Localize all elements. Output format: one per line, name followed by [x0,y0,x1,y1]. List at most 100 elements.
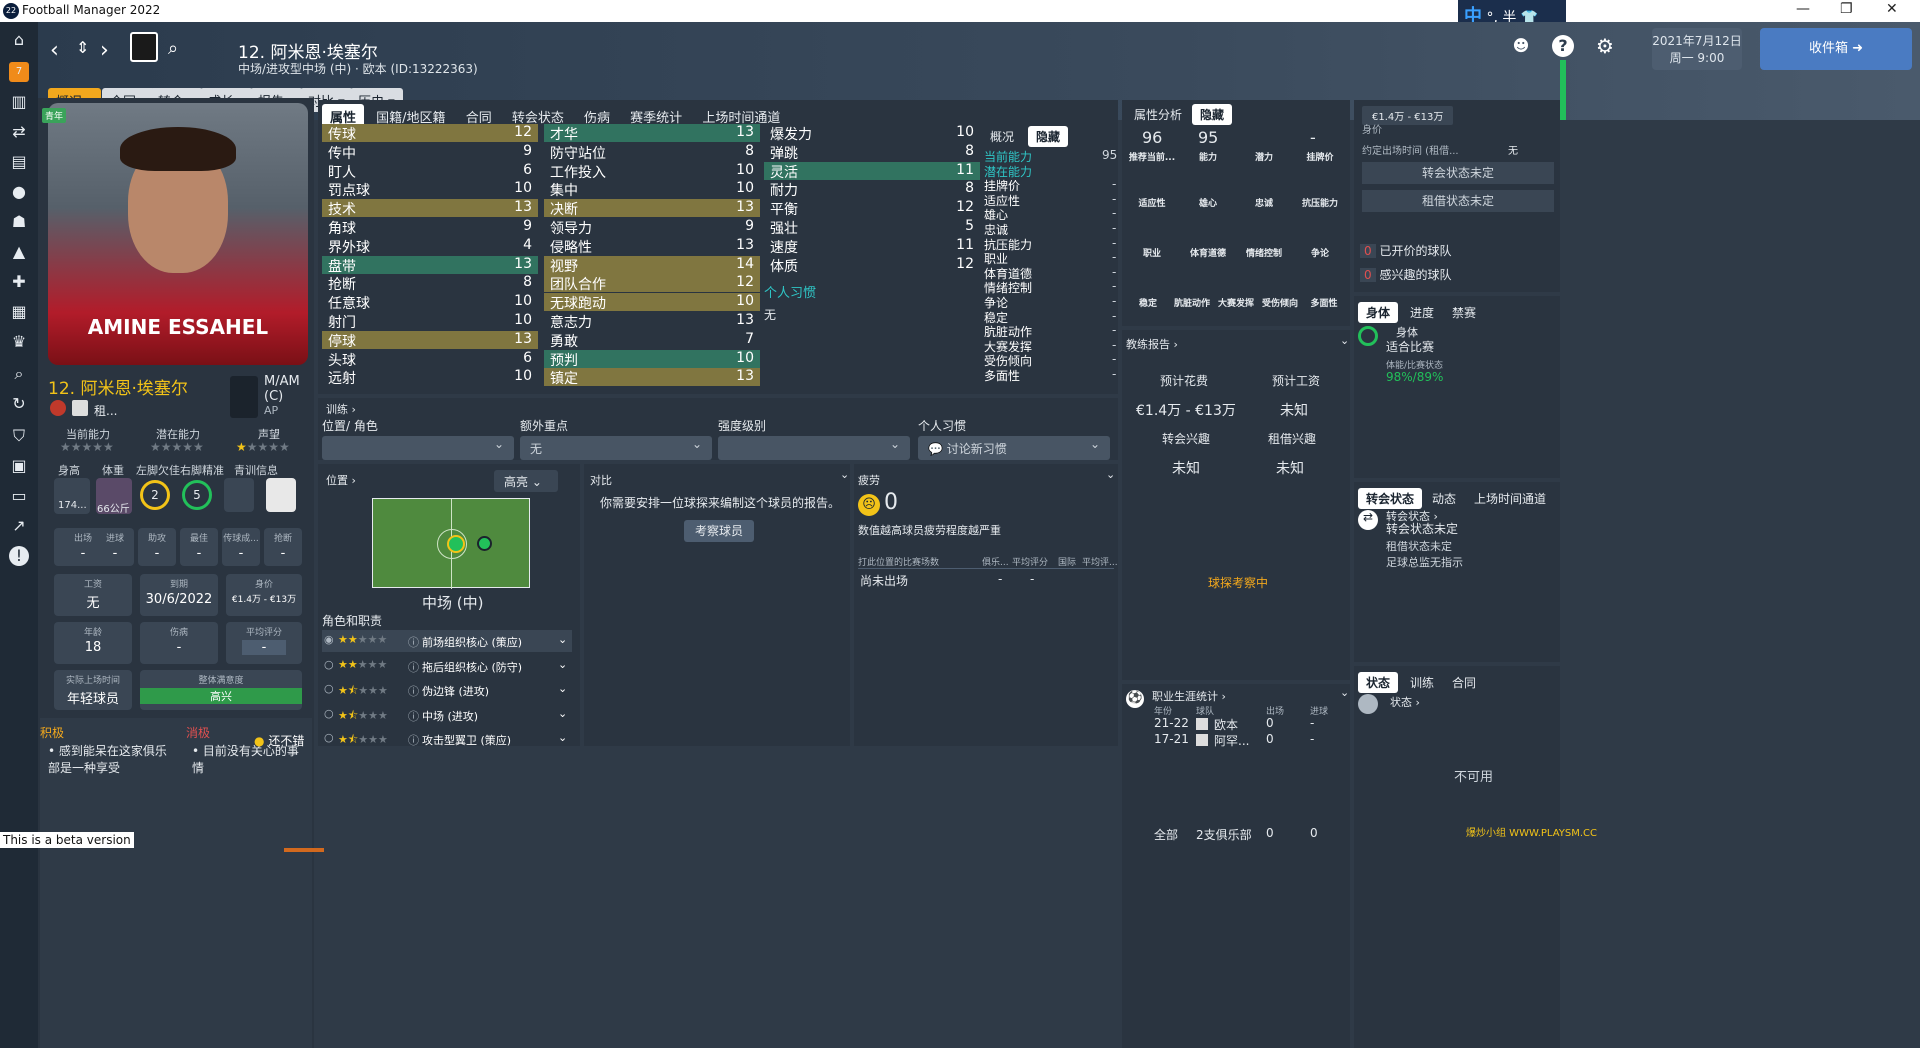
role-row[interactable]: ○ ★★★★★ ⓘ 拖后组织核心 (防守) ⌄ [322,655,572,677]
lower-empty [318,750,1118,1048]
role-radio[interactable]: ○ [324,731,334,744]
fatigue-col-3: 国际 [1058,558,1077,568]
report-title[interactable]: 教练报告 › [1126,336,1178,352]
search-icon[interactable]: ⌕ [9,364,29,384]
role-row[interactable]: ◉ ★★★★★ ⓘ 前场组织核心 (策应) ⌄ [322,630,572,652]
search-icon[interactable]: ⌕ [168,38,178,59]
trophy-icon[interactable]: ♛ [9,332,29,352]
trend-icon[interactable]: ↗ [9,516,29,536]
chevron-down-icon[interactable]: ⌄ [558,682,567,695]
habits-dropdown[interactable]: 💬 讨论新习惯 [918,436,1110,460]
up-down-icon[interactable]: ⇕ [76,38,89,57]
alert-icon[interactable]: ! [9,546,29,566]
attribute-value: 6 [523,349,532,366]
info-icon[interactable]: ⓘ [408,732,419,748]
status-title[interactable]: 状态 › [1390,694,1420,710]
attribute-label: 远射 [328,371,356,388]
info-icon[interactable]: ⓘ [408,708,419,724]
squad-icon[interactable]: ▥ [9,92,29,112]
role-row[interactable]: ○ ★⯪★★★ ⓘ 中场 (进攻) ⌄ [322,704,572,726]
settings-icon[interactable]: ⚙ [1594,35,1616,57]
analysis-tab-hidden[interactable]: 隐藏 [1192,104,1233,125]
youth-label: 青训信息 [234,464,278,477]
role-row[interactable]: ○ ★⯪★★★ ⓘ 攻击型翼卫 (策应) ⌄ [322,728,572,750]
fatigue-row-v1: - [998,572,1003,586]
chevron-down-icon[interactable]: ⌄ [558,731,567,744]
club-crest-icon[interactable] [130,32,158,62]
inbox-button[interactable]: 收件箱 ➜ [1760,28,1912,70]
tactics-icon[interactable]: ▤ [9,152,29,172]
info-icon[interactable]: ⓘ [408,683,419,699]
tab-playtime-r[interactable]: 上场时间通道 [1474,490,1546,507]
info-icon[interactable]: ⓘ [408,634,419,650]
attribute-value: 8 [965,142,974,159]
role-radio[interactable]: ◉ [324,633,334,646]
ime-toolbar[interactable]: 中 °, 半 👕 [1458,0,1566,27]
tab-bans[interactable]: 禁赛 [1452,304,1476,321]
tab-contract-r[interactable]: 合同 [1452,674,1476,691]
highlight-dropdown[interactable]: 高亮 ⌄ [494,470,558,492]
role-stars: ★★★★★ [338,633,387,646]
game-date[interactable]: 2021年7月12日 周一 9:00 [1652,28,1742,70]
club-badge-icon[interactable] [72,400,88,416]
scout-player-button[interactable]: 考察球员 [684,520,754,542]
ball-icon[interactable]: ● [9,182,29,202]
close-icon[interactable]: ✕ [1886,1,1898,17]
club-icon[interactable]: ⛉ [9,426,29,446]
career-collapse-icon[interactable]: ⌄ [1340,686,1349,699]
tab-physical[interactable]: 身体 [1358,302,1399,323]
finance-icon[interactable]: ▣ [9,456,29,476]
intensity-dropdown[interactable] [718,436,910,460]
back-icon[interactable]: ‹ [50,38,59,63]
home-icon[interactable]: ⌂ [9,30,29,50]
chevron-down-icon[interactable]: ⌄ [558,633,567,646]
habits-value: 无 [764,308,777,322]
offers-row[interactable]: 0 已开价的球队 [1360,242,1451,259]
calendar-icon[interactable]: ▦ [9,302,29,322]
role-row[interactable]: ○ ★⯪★★★ ⓘ 伪边锋 (进攻) ⌄ [322,679,572,701]
help-icon[interactable]: ? [1552,35,1574,57]
tab-progress[interactable]: 进度 [1410,304,1434,321]
role-radio[interactable]: ○ [324,682,334,695]
loan-status-box[interactable]: 租借状态未定 [1362,190,1554,212]
career-title[interactable]: 职业生涯统计 › [1152,688,1226,704]
mood-icon[interactable]: ☻ [1510,35,1532,57]
training-title[interactable]: 训练 › [326,401,356,417]
chevron-down-icon[interactable]: ⌄ [558,707,567,720]
staff-icon[interactable]: ☗ [9,212,29,232]
tab-news[interactable]: 动态 [1432,490,1456,507]
role-radio[interactable]: ○ [324,658,334,671]
attribute-label: 盘带 [328,258,356,275]
position-title[interactable]: 位置 › [326,472,356,488]
tab-transfer-status-r[interactable]: 转会状态 [1358,488,1423,509]
transfer-status-box[interactable]: 转会状态未定 [1362,162,1554,184]
restore-icon[interactable]: ❐ [1840,1,1853,17]
info-icon[interactable]: ⓘ [408,659,419,675]
scrollbar[interactable] [1560,60,1566,120]
training-label-intensity: 强度级别 [718,419,767,433]
role-radio[interactable]: ○ [324,707,334,720]
scout-icon[interactable]: ▲ [9,242,29,262]
role-dropdown[interactable] [322,436,514,460]
forward-icon[interactable]: › [100,38,109,63]
chevron-down-icon[interactable]: ⌄ [558,658,567,671]
cards-icon[interactable]: ▭ [9,486,29,506]
report-collapse-icon[interactable]: ⌄ [1340,334,1349,347]
transfer-icon[interactable]: ⇄ [9,122,29,142]
tab-training-r[interactable]: 训练 [1410,674,1434,691]
minimize-icon[interactable]: — [1796,1,1810,17]
interest-row[interactable]: 0 感兴趣的球队 [1360,266,1451,283]
focus-dropdown[interactable]: 无 [520,436,712,460]
analysis-tab-attrs[interactable]: 属性分析 [1134,106,1182,123]
inbox-badge-icon[interactable]: 7 [9,62,29,82]
medical-icon[interactable]: ✚ [9,272,29,292]
compare-collapse-icon[interactable]: ⌄ [840,468,849,481]
nation-flag-icon[interactable] [50,400,66,416]
attribute-label: 强壮 [770,221,798,237]
hidden-tab-hidden[interactable]: 隐藏 [1028,126,1069,147]
refresh-icon[interactable]: ↻ [9,394,29,414]
fatigue-collapse-icon[interactable]: ⌄ [1106,468,1115,481]
role-star-empty: ★★★ [358,708,388,722]
tab-status[interactable]: 状态 [1358,672,1399,693]
hidden-tab-overview[interactable]: 概况 [990,128,1014,145]
